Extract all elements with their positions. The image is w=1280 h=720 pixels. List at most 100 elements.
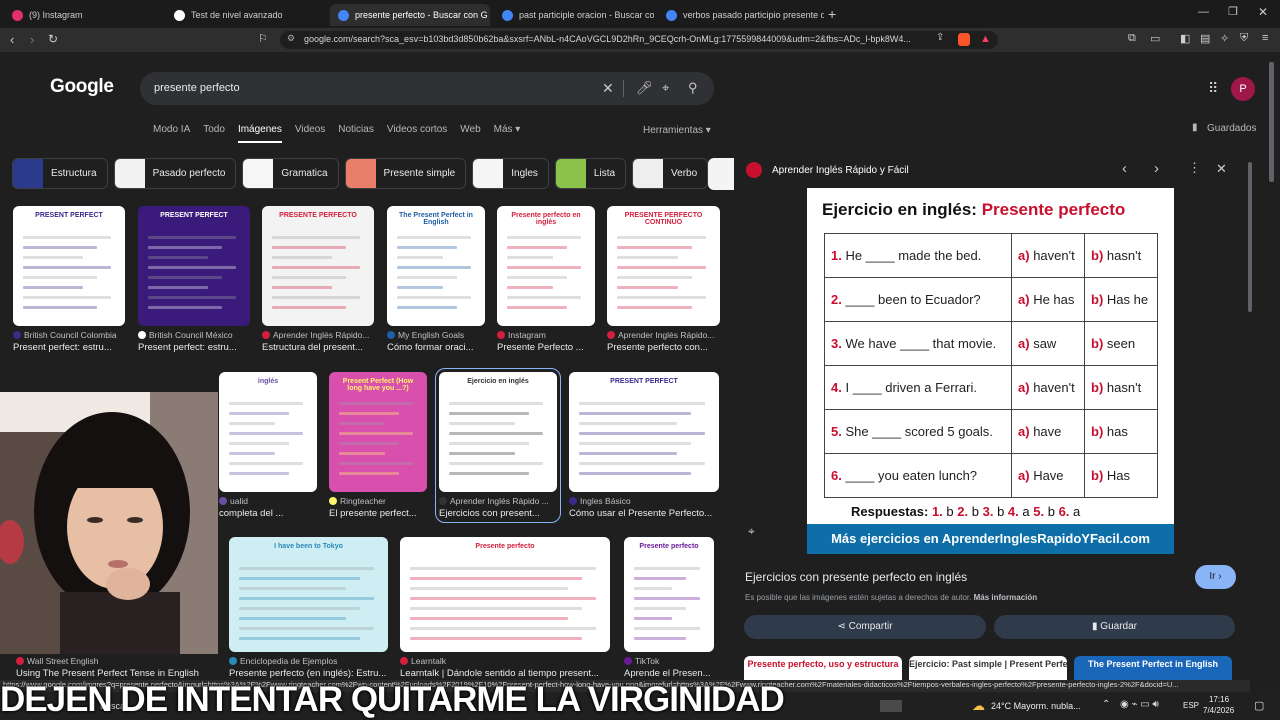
- search-tab[interactable]: Videos: [295, 124, 325, 143]
- search-tab[interactable]: Imágenes: [237, 124, 282, 143]
- tray-icons[interactable]: ◉ ⌁ ▭ 🔊︎: [1120, 699, 1159, 710]
- saved-bookmark-icon[interactable]: ▮: [1192, 122, 1198, 133]
- forward-icon[interactable]: ›: [30, 32, 34, 47]
- result-title[interactable]: Presente Perfecto ...: [497, 342, 595, 353]
- scrollbar-track[interactable]: [1246, 152, 1254, 680]
- result-thumbnail[interactable]: Presente perfecto en inglés: [497, 206, 595, 326]
- result-thumbnail[interactable]: PRESENTE PERFECTO: [262, 206, 374, 326]
- result-source[interactable]: My English Goals: [387, 330, 485, 340]
- clock-date[interactable]: 7/4/2026: [1203, 706, 1234, 715]
- image-result[interactable]: PRESENTE PERFECTO CONTINUO Aprender Inglé…: [607, 206, 720, 353]
- bookmark-icon[interactable]: ⚐: [258, 32, 268, 45]
- preview-image[interactable]: Ejercicio en inglés: Presente perfecto 1…: [807, 188, 1174, 554]
- maximize-button[interactable]: ❐: [1228, 5, 1238, 18]
- prev-image-icon[interactable]: ‹: [1122, 160, 1127, 177]
- result-source[interactable]: British Council México: [138, 330, 250, 340]
- related-chip[interactable]: Estructura: [12, 158, 108, 189]
- result-thumbnail[interactable]: PRESENT PERFECT: [569, 372, 719, 492]
- result-source[interactable]: TikTok: [624, 656, 714, 666]
- result-source[interactable]: Learntalk: [400, 656, 610, 666]
- result-source[interactable]: Instagram: [497, 330, 595, 340]
- result-source[interactable]: Aprender Inglés Rápido...: [262, 330, 374, 340]
- share-button[interactable]: ⋖ Compartir: [744, 615, 986, 639]
- microphone-icon[interactable]: 🎤︎: [636, 80, 653, 96]
- close-window-button[interactable]: ✕: [1258, 5, 1268, 19]
- result-title[interactable]: Present perfect: estru...: [13, 342, 125, 353]
- search-tab[interactable]: Videos cortos: [387, 124, 447, 143]
- image-result[interactable]: The Present Perfect in English My English…: [387, 206, 485, 353]
- search-box[interactable]: presente perfecto ✕ 🎤︎ ⌖ ⚲: [140, 72, 714, 105]
- minimize-button[interactable]: —: [1198, 6, 1209, 18]
- result-title[interactable]: Cómo formar oraci...: [387, 342, 485, 353]
- related-chip[interactable]: Presente simple: [344, 158, 467, 189]
- search-tab[interactable]: Web: [460, 124, 480, 143]
- new-tab-button[interactable]: +: [828, 6, 836, 22]
- vpn-icon[interactable]: ⛨: [1240, 32, 1248, 45]
- saved-link[interactable]: Guardados: [1207, 123, 1256, 134]
- browser-tab[interactable]: presente perfecto - Buscar con G✕: [330, 4, 490, 26]
- lens-search-icon[interactable]: ⌖: [748, 524, 755, 539]
- image-result[interactable]: Present Perfect (How long have you ...?)…: [329, 372, 427, 519]
- result-title[interactable]: Cómo usar el Presente Perfecto...: [569, 508, 719, 519]
- weather-text[interactable]: 24°C Mayorm. nubla...: [991, 701, 1081, 711]
- wallet-icon[interactable]: ▤: [1200, 32, 1210, 45]
- result-title[interactable]: Presente perfecto (en inglés): Estru...: [229, 668, 388, 679]
- search-input[interactable]: presente perfecto: [154, 82, 240, 94]
- search-tab[interactable]: Noticias: [338, 124, 374, 143]
- tray-chevron-icon[interactable]: ⌃: [1102, 699, 1110, 710]
- url-field[interactable]: ⚙ google.com/search?sca_esv=b103bd3d850b…: [280, 31, 998, 49]
- result-thumbnail[interactable]: PRESENTE PERFECTO CONTINUO: [607, 206, 720, 326]
- rewards-icon[interactable]: ▲: [980, 33, 991, 45]
- browser-tab[interactable]: verbos pasado participio presente q: [658, 4, 824, 26]
- result-thumbnail[interactable]: Presente perfecto: [400, 537, 610, 652]
- result-source[interactable]: British Council Colombia: [13, 330, 125, 340]
- app-icon[interactable]: [880, 700, 902, 712]
- image-result[interactable]: inglés ualid completa del ...: [219, 372, 317, 519]
- menu-icon[interactable]: ≡: [1262, 32, 1268, 44]
- notification-icon[interactable]: ▢: [1254, 699, 1264, 712]
- avatar[interactable]: P: [1231, 77, 1255, 101]
- result-title[interactable]: Present perfect: estru...: [138, 342, 250, 353]
- result-thumbnail[interactable]: Ejercicio en inglés: [439, 372, 557, 492]
- result-thumbnail[interactable]: Present Perfect (How long have you ...?): [329, 372, 427, 492]
- next-image-icon[interactable]: ›: [1154, 160, 1159, 177]
- image-result[interactable]: Presente perfecto Learntalk Learntalk | Dá…: [400, 537, 610, 679]
- more-options-icon[interactable]: ⋮: [1188, 160, 1201, 176]
- search-tab[interactable]: Más ▾: [494, 124, 521, 143]
- search-tab[interactable]: Modo IA: [153, 124, 190, 143]
- tools-button[interactable]: Herramientas ▾: [643, 125, 711, 136]
- clock-time[interactable]: 17:16: [1209, 695, 1229, 704]
- result-thumbnail[interactable]: PRESENT PERFECT: [13, 206, 125, 326]
- result-thumbnail[interactable]: The Present Perfect in English: [387, 206, 485, 326]
- panel-site-name[interactable]: Aprender Inglés Rápido y Fácil: [772, 165, 909, 176]
- apps-grid-icon[interactable]: ⠿: [1208, 80, 1218, 97]
- search-tab[interactable]: Todo: [203, 124, 225, 143]
- image-result[interactable]: Presente perfecto TikTok Aprende el Presen…: [624, 537, 714, 679]
- image-result[interactable]: I have been to Tokyo Enciclopedia de Ejem…: [229, 537, 388, 679]
- scrollbar-thumb[interactable]: [1248, 162, 1252, 312]
- image-result[interactable]: PRESENT PERFECT British Council México Pre…: [138, 206, 250, 353]
- result-thumbnail[interactable]: inglés: [219, 372, 317, 492]
- page-scrollbar-thumb[interactable]: [1269, 62, 1274, 182]
- result-thumbnail[interactable]: Presente perfecto: [624, 537, 714, 652]
- browser-tab[interactable]: past participle oracion - Buscar con G: [494, 4, 654, 26]
- chip-overflow-thumb[interactable]: [708, 158, 734, 190]
- related-chip[interactable]: Ingles: [472, 158, 549, 189]
- result-source[interactable]: Aprender Inglés Rápido ...: [439, 496, 557, 506]
- image-result[interactable]: PRESENT PERFECT Ingles Básico Cómo usar el…: [569, 372, 719, 519]
- panel-image-title[interactable]: Ejercicios con presente perfecto en ingl…: [745, 570, 967, 584]
- save-button[interactable]: ▮ Guardar: [994, 615, 1235, 639]
- google-logo[interactable]: Google: [50, 76, 114, 98]
- image-result[interactable]: PRESENTE PERFECTO Aprender Inglés Rápido.…: [262, 206, 374, 353]
- browser-tab[interactable]: (9) Instagram: [4, 4, 162, 26]
- share-icon[interactable]: ⇪: [936, 32, 944, 43]
- result-source[interactable]: Ingles Básico: [569, 496, 719, 506]
- visit-button[interactable]: Ir ›: [1195, 565, 1236, 589]
- related-chip[interactable]: Lista: [554, 158, 627, 189]
- more-info-link[interactable]: Más información: [974, 593, 1038, 602]
- result-title[interactable]: El presente perfect...: [329, 508, 427, 519]
- related-chip[interactable]: Pasado perfecto: [113, 158, 237, 189]
- clear-icon[interactable]: ✕: [602, 80, 614, 97]
- result-source[interactable]: ualid: [219, 496, 317, 506]
- sidebar-icon[interactable]: ◧: [1180, 32, 1190, 45]
